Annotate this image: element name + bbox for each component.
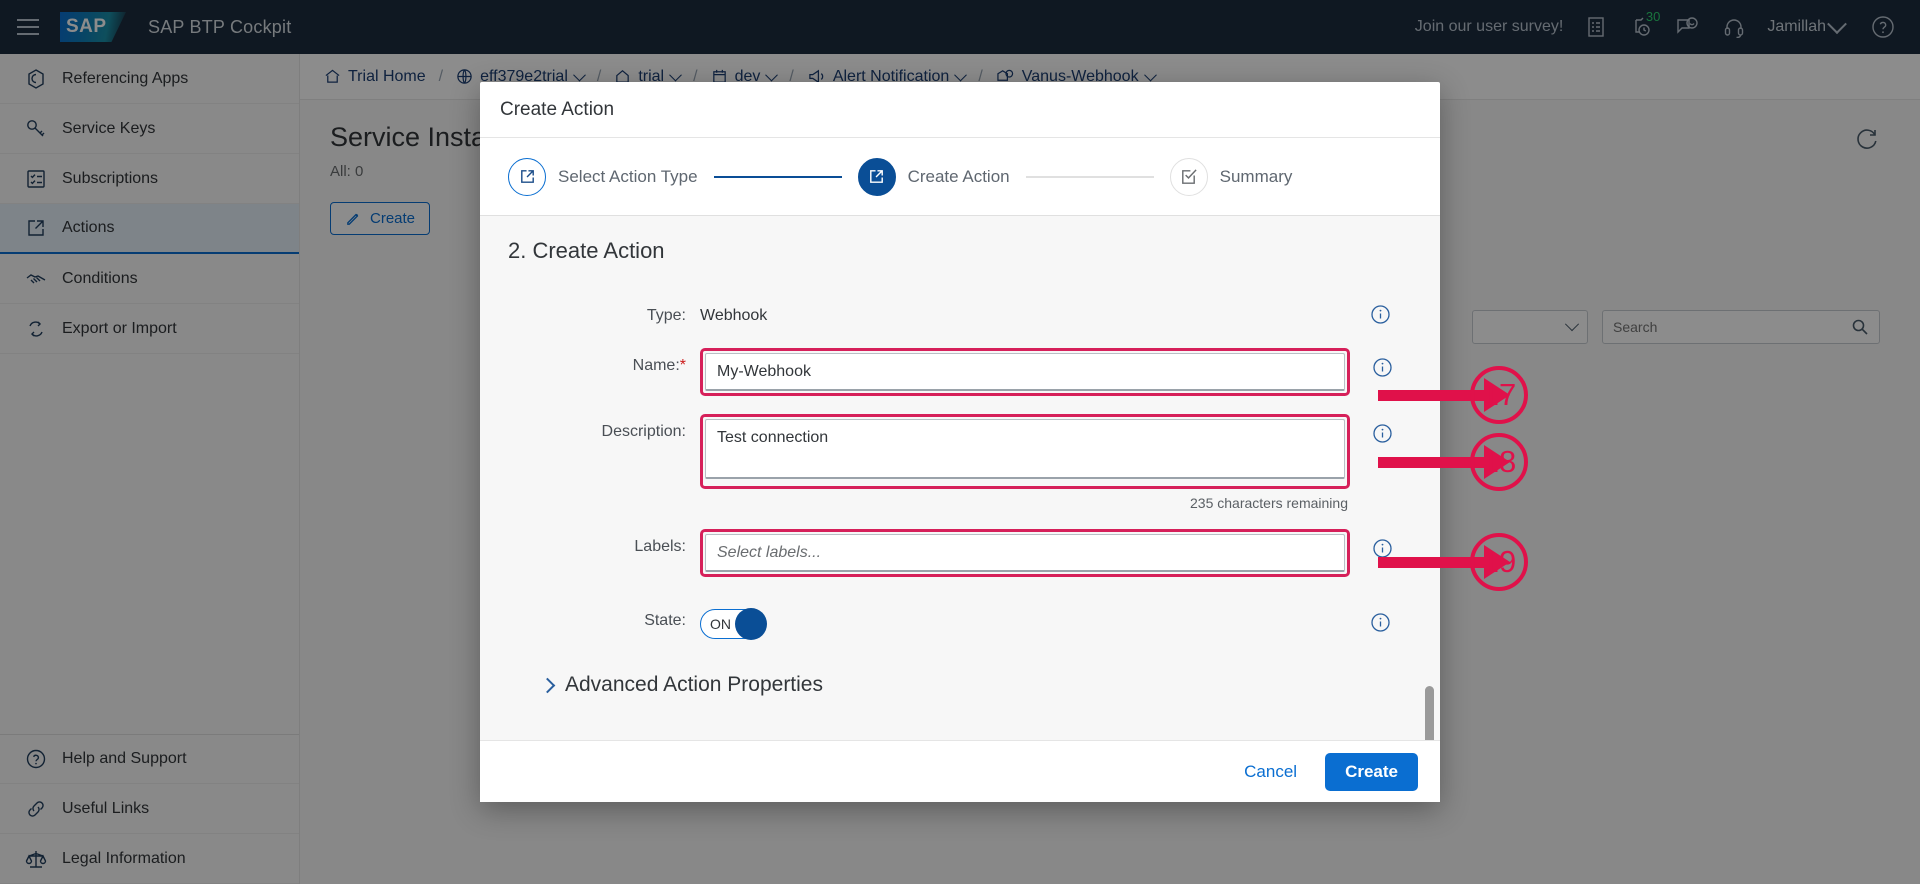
step-create-action[interactable]: Create Action [857, 157, 1010, 196]
chevron-right-icon [539, 677, 556, 693]
labels-field-highlight [700, 529, 1350, 577]
labels-input[interactable] [705, 534, 1345, 572]
info-icon-type[interactable] [1370, 304, 1391, 330]
info-icon-state[interactable] [1370, 612, 1391, 638]
step-select-action-type[interactable]: Select Action Type [508, 157, 698, 196]
action-external-icon [857, 157, 896, 196]
dialog-scrollbar-thumb[interactable] [1425, 686, 1434, 740]
state-toggle-label: ON [710, 616, 731, 632]
description-label: Description: [601, 423, 686, 440]
dialog-footer: Cancel Create [480, 740, 1440, 802]
dialog-body: 2. Create Action Type: Webhook Name:* My… [480, 216, 1440, 740]
name-input[interactable] [705, 353, 1345, 391]
action-external-icon [508, 157, 546, 196]
description-field-highlight: Test connection [700, 414, 1350, 489]
name-label-text: Name: [632, 357, 680, 374]
info-icon-labels[interactable] [1372, 538, 1393, 564]
step-label: Create Action [907, 166, 1010, 186]
stepper-connector-2 [1025, 175, 1154, 178]
step-summary[interactable]: Summary [1169, 157, 1293, 196]
description-field-wrap: Test connection 235 characters remaining [700, 414, 1350, 511]
labels-label: Labels: [634, 538, 686, 555]
app-root: SAP SAP BTP Cockpit Join our user survey… [0, 0, 1920, 884]
type-value-wrap: Webhook [700, 298, 1348, 325]
form-row-name: Name:* [508, 348, 1412, 396]
cancel-button[interactable]: Cancel [1232, 754, 1309, 790]
create-button[interactable]: Create [1325, 752, 1418, 791]
type-label: Type: [646, 307, 686, 324]
labels-field-wrap [700, 529, 1350, 577]
form-row-description: Description: Test connection 235 charact… [508, 414, 1412, 511]
stepper-connector-1 [713, 175, 842, 178]
state-toggle[interactable]: ON [700, 608, 767, 640]
name-label: Name:* [508, 348, 700, 375]
form-row-labels: Labels: [508, 529, 1412, 577]
info-icon-description[interactable] [1372, 423, 1393, 449]
create-action-dialog: Create Action Select Action Type Create … [480, 82, 1440, 802]
description-textarea[interactable]: Test connection [705, 419, 1345, 479]
char-count-label: 235 characters remaining [1190, 495, 1348, 511]
wizard-stepper: Select Action Type Create Action Summary [480, 138, 1440, 216]
required-asterisk: * [679, 357, 686, 374]
form-row-type: Type: Webhook [508, 298, 1412, 330]
name-field-wrap [700, 348, 1350, 396]
state-label: State: [644, 612, 686, 629]
summary-check-icon [1169, 157, 1208, 196]
toggle-knob [735, 608, 767, 640]
section-title: 2. Create Action [508, 238, 665, 263]
info-icon-name[interactable] [1372, 357, 1393, 383]
step-label: Summary [1219, 166, 1293, 186]
dialog-title: Create Action [480, 82, 1440, 138]
form-row-state: State: ON [508, 603, 1412, 640]
type-value: Webhook [700, 307, 768, 324]
advanced-section-label: Advanced Action Properties [565, 673, 823, 696]
advanced-action-properties-toggle[interactable]: Advanced Action Properties [508, 673, 1412, 697]
step-label: Select Action Type [558, 166, 698, 186]
state-toggle-wrap: ON [700, 603, 1348, 640]
name-field-highlight [700, 348, 1350, 396]
